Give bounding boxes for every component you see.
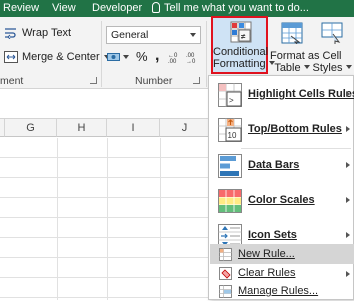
number-dialog-launcher[interactable] [193, 77, 200, 84]
svg-text:≠: ≠ [241, 32, 246, 41]
decrease-decimal-icon: .00→0 [186, 53, 196, 63]
conditional-formatting-icon: ≠ [230, 21, 252, 48]
chevron-down-icon [123, 55, 129, 59]
wrap-text-button[interactable]: Wrap Text [4, 27, 72, 40]
svg-text:→0: →0 [186, 59, 196, 63]
svg-text:.00: .00 [168, 59, 177, 63]
cell-styles-icon [321, 22, 343, 47]
menu-item-clear-rules[interactable]: Clear Rules [210, 264, 354, 282]
decrease-decimal-button[interactable]: .00 →0 [186, 51, 200, 63]
alignment-dialog-launcher[interactable] [90, 77, 97, 84]
lightbulb-icon [152, 2, 160, 13]
menu-item-label: Top/Bottom Rules [248, 123, 342, 135]
data-bars-icon [218, 154, 242, 181]
wrap-text-icon [4, 27, 18, 40]
tab-developer[interactable]: Developer [92, 2, 142, 14]
wrap-text-label: Wrap Text [22, 27, 72, 39]
accounting-format-button[interactable] [107, 51, 129, 63]
format-as-table-icon [281, 22, 303, 47]
menu-item-new-rule[interactable]: New Rule... [210, 244, 354, 264]
comma-style-button[interactable]: , [155, 47, 159, 65]
merge-center-button[interactable]: Merge & Center [4, 51, 110, 63]
conditional-formatting-menu: > Highlight Cells Rules 10 Top/Bottom Ru… [208, 75, 354, 300]
tab-view[interactable]: View [52, 2, 76, 14]
menu-item-label: Highlight Cells Rules [248, 88, 354, 100]
conditional-formatting-label-2: Formatting [213, 58, 275, 70]
cell-styles-label-1: Cell [322, 50, 342, 62]
merge-center-label: Merge & Center [22, 51, 100, 63]
menu-item-top-bottom-rules[interactable]: 10 Top/Bottom Rules [210, 113, 354, 147]
tell-me-search[interactable]: Tell me what you want to do... [152, 2, 309, 14]
chevron-right-icon [346, 271, 350, 277]
menu-item-manage-rules[interactable]: Manage Rules... [210, 282, 354, 300]
menu-item-label: Clear Rules [238, 267, 296, 279]
chevron-down-icon [303, 65, 310, 69]
menu-item-highlight-cells-rules[interactable]: > Highlight Cells Rules [210, 78, 354, 112]
group-divider [206, 21, 207, 87]
chevron-right-icon [346, 162, 350, 168]
percent-style-button[interactable]: % [136, 49, 148, 64]
chevron-right-icon [346, 197, 350, 203]
clear-rules-icon [219, 267, 232, 283]
increase-decimal-icon: ←0.00 [168, 53, 178, 63]
alignment-group-label: ment [0, 75, 24, 87]
increase-decimal-button[interactable]: ←0.00 [168, 51, 182, 63]
highlight-cells-icon: > [218, 83, 242, 110]
chevron-right-icon [346, 126, 350, 132]
menu-item-label: Color Scales [248, 194, 315, 206]
conditional-formatting-label-1: Conditional [213, 46, 269, 58]
accounting-icon [107, 51, 121, 63]
menu-item-label: Icon Sets [248, 229, 297, 241]
column-header-g[interactable]: G [5, 119, 57, 137]
top-bottom-badge: 10 [228, 131, 237, 140]
chevron-down-icon [190, 33, 196, 37]
tell-me-text: Tell me what you want to do... [164, 2, 309, 14]
group-divider [101, 21, 102, 87]
format-as-table-button[interactable]: Format as Table [270, 20, 320, 74]
number-format-value: General [111, 29, 149, 41]
chevron-right-icon [346, 232, 350, 238]
conditional-formatting-button[interactable]: ≠ Conditional Formatting [211, 16, 275, 74]
color-scales-icon [218, 189, 242, 216]
chevron-down-icon [345, 65, 352, 69]
menu-item-label: Data Bars [248, 159, 300, 171]
number-format-select[interactable]: General [106, 26, 201, 44]
tab-review[interactable]: Review [3, 2, 39, 14]
format-as-table-label-1: Format as [270, 50, 320, 62]
new-rule-icon [219, 248, 232, 264]
menu-item-label: Manage Rules... [238, 285, 319, 297]
column-header-j[interactable]: J [160, 119, 210, 137]
cell-styles-button[interactable]: Cell Styles [312, 20, 352, 74]
column-header-h[interactable]: H [57, 119, 107, 137]
column-header-i[interactable]: I [107, 119, 160, 137]
manage-rules-icon [219, 285, 232, 301]
menu-item-label: New Rule... [238, 248, 295, 260]
menu-item-color-scales[interactable]: Color Scales [210, 184, 354, 218]
number-group-label: Number [135, 75, 173, 87]
top-bottom-icon: 10 [218, 118, 242, 145]
svg-text:>: > [229, 96, 234, 105]
cell-styles-label-2: Styles [312, 62, 352, 74]
menu-bar: Review View Developer Tell me what you w… [0, 0, 354, 17]
format-as-table-label-2: Table [270, 62, 314, 74]
chevron-right-icon [346, 91, 350, 97]
menu-item-data-bars[interactable]: Data Bars [210, 149, 354, 183]
merge-center-icon [4, 51, 18, 63]
